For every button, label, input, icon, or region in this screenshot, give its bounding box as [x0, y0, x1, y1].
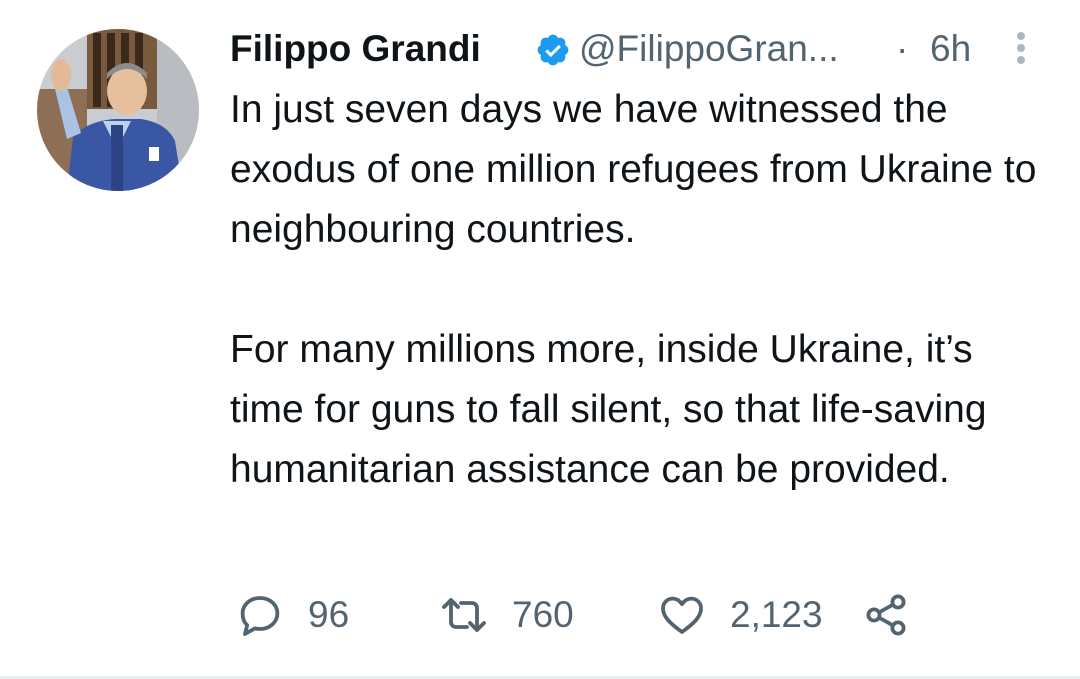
- tweet-paragraph: In just seven days we have witnessed the…: [230, 88, 1037, 251]
- share-icon: [866, 594, 906, 636]
- like-button[interactable]: 2,123: [658, 585, 823, 645]
- reply-button[interactable]: 96: [236, 585, 349, 645]
- tweet[interactable]: Filippo Grandi @FilippoGran... · 6h In j…: [0, 0, 1080, 679]
- like-count: 2,123: [730, 594, 823, 635]
- reply-count: 96: [308, 594, 350, 635]
- tweet-actions: 96 760 2,123: [230, 585, 1050, 645]
- tweet-paragraph: For many millions more, inside Ukraine, …: [230, 328, 987, 491]
- separator-dot: ·: [896, 28, 909, 69]
- tweet-text: In just seven days we have witnessed the…: [230, 80, 1050, 500]
- avatar-photo: [37, 29, 199, 191]
- display-name[interactable]: Filippo Grandi: [230, 24, 481, 74]
- more-vertical-icon[interactable]: [1010, 28, 1032, 68]
- timestamp[interactable]: 6h: [930, 24, 971, 74]
- retweet-button[interactable]: 760: [440, 585, 574, 645]
- reply-icon: [240, 596, 280, 636]
- retweet-count: 760: [512, 594, 574, 635]
- share-button[interactable]: [862, 585, 910, 645]
- avatar[interactable]: [37, 29, 199, 191]
- retweet-icon: [442, 598, 486, 632]
- author-handle[interactable]: @FilippoGran...: [579, 24, 839, 74]
- verified-badge-icon: [537, 34, 569, 66]
- heart-icon: [661, 596, 703, 634]
- tweet-header: Filippo Grandi @FilippoGran... · 6h: [230, 24, 1050, 74]
